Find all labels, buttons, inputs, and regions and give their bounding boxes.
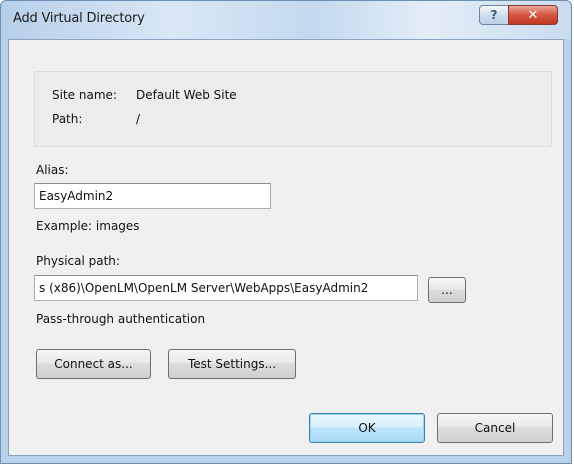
alias-example-text: Example: images (36, 219, 140, 233)
site-name-value: Default Web Site (136, 88, 237, 102)
site-name-label: Site name: (52, 88, 117, 102)
path-value: / (136, 112, 141, 126)
alias-input[interactable]: EasyAdmin2 (34, 183, 271, 209)
add-virtual-directory-dialog: Add Virtual Directory ? ✕ Site name: Def… (0, 0, 572, 464)
browse-button-label: ... (441, 283, 453, 297)
test-settings-button[interactable]: Test Settings... (168, 349, 296, 379)
test-settings-button-label: Test Settings... (187, 357, 277, 371)
help-button[interactable]: ? (479, 5, 509, 25)
alias-label: Alias: (36, 163, 69, 177)
path-label: Path: (52, 112, 83, 126)
dialog-title: Add Virtual Directory (13, 11, 145, 26)
browse-button[interactable]: ... (428, 277, 466, 303)
close-icon: ✕ (527, 7, 539, 23)
ok-button[interactable]: OK (309, 413, 425, 443)
cancel-button-label: Cancel (474, 421, 516, 435)
site-info-panel: Site name: Default Web Site Path: / (34, 71, 552, 147)
cancel-button[interactable]: Cancel (437, 413, 553, 443)
pass-through-auth-label: Pass-through authentication (36, 312, 206, 326)
dialog-body: Site name: Default Web Site Path: / Alia… (8, 39, 564, 456)
close-button[interactable]: ✕ (508, 5, 558, 25)
ok-button-label: OK (358, 421, 376, 435)
connect-as-button[interactable]: Connect as... (36, 349, 151, 379)
title-bar[interactable]: Add Virtual Directory ? ✕ (1, 1, 571, 39)
physical-path-input[interactable]: s (x86)\OpenLM\OpenLM Server\WebApps\Eas… (34, 275, 418, 301)
connect-as-button-label: Connect as... (54, 357, 133, 371)
help-icon: ? (490, 8, 498, 22)
physical-path-label: Physical path: (36, 254, 120, 268)
